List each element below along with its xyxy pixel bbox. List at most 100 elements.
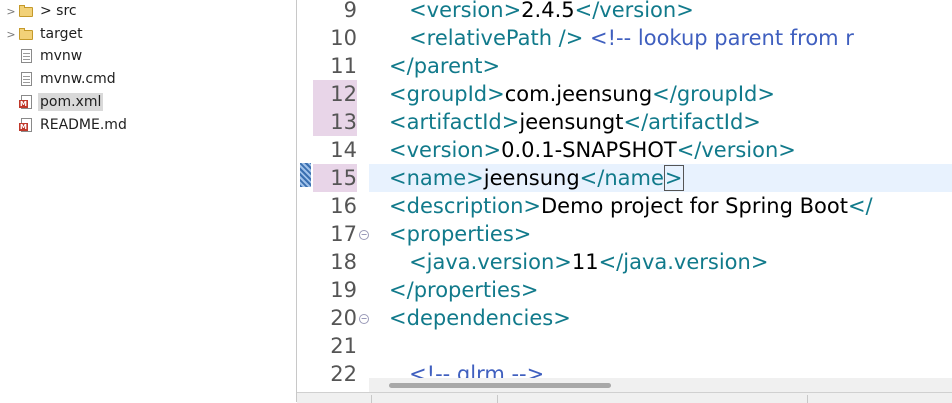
fold-toggle-icon[interactable]: −: [359, 314, 369, 324]
change-marker-icon: [300, 163, 311, 187]
xml-tag: <java.version>: [409, 250, 572, 274]
tree-item[interactable]: > target: [0, 23, 85, 45]
horizontal-scrollbar[interactable]: [369, 378, 952, 392]
annotation-ruler: [297, 0, 313, 378]
xml-tag: </name: [579, 166, 664, 190]
xml-tag: <version>: [389, 138, 502, 162]
xml-text: [369, 138, 389, 162]
xml-text: 0.0.1-SNAPSHOT: [501, 138, 677, 162]
file-icon: [18, 71, 34, 87]
xml-tag: </java.version>: [598, 250, 769, 274]
line-number: 17: [330, 222, 357, 246]
xml-text: [369, 250, 409, 274]
code-line[interactable]: <dependencies>: [369, 304, 952, 332]
xml-text: [369, 54, 389, 78]
xml-tag: <dependencies>: [389, 306, 571, 330]
xml-tag: </groupId>: [652, 82, 775, 106]
xml-tag: <version>: [409, 0, 522, 22]
xml-text: [369, 166, 389, 190]
line-number: 15: [313, 164, 357, 192]
code-line[interactable]: </parent>: [369, 52, 952, 80]
xml-text: 2.4.5: [521, 0, 575, 22]
xml-text: [369, 194, 389, 218]
code-line[interactable]: <!-- glrm -->: [369, 360, 952, 378]
line-number: 10: [330, 26, 357, 50]
xml-text: [369, 222, 389, 246]
xml-text: [369, 82, 389, 106]
xml-icon: [18, 117, 34, 133]
tree-item[interactable]: mvnw: [0, 45, 84, 67]
xml-tag: </parent>: [389, 54, 501, 78]
tree-item[interactable]: README.md: [0, 114, 129, 136]
code-line[interactable]: <java.version>11</java.version>: [369, 248, 952, 276]
xml-text: jeensung: [483, 166, 580, 190]
line-number: 14: [330, 138, 357, 162]
xml-icon: [18, 94, 34, 110]
tree-item-label: target: [40, 26, 83, 42]
xml-comment: <!-- glrm -->: [409, 362, 545, 378]
xml-text: [369, 26, 409, 50]
code-line[interactable]: <name>jeensung</name>: [369, 164, 952, 192]
tree-item-label: > src: [40, 3, 77, 19]
tree-item-label: mvnw.cmd: [40, 71, 116, 87]
xml-tag: <relativePath />: [409, 26, 584, 50]
line-number: 11: [330, 54, 357, 78]
code-line[interactable]: <properties>: [369, 220, 952, 248]
tree-item[interactable]: > > src: [0, 0, 79, 22]
xml-comment: <!-- lookup parent from r: [590, 26, 854, 50]
line-number: 19: [330, 278, 357, 302]
code-line[interactable]: <relativePath /> <!-- lookup parent from…: [369, 24, 952, 52]
tree-item[interactable]: pom.xml: [0, 91, 104, 113]
xml-tag: <name>: [389, 166, 484, 190]
code-line[interactable]: <description>Demo project for Spring Boo…: [369, 192, 952, 220]
expand-chevron-icon[interactable]: >: [4, 5, 18, 18]
xml-tag: </version>: [574, 0, 694, 22]
line-number: 18: [330, 250, 357, 274]
line-number: 12: [313, 80, 357, 108]
code-line[interactable]: </properties>: [369, 276, 952, 304]
line-number: 16: [330, 194, 357, 218]
xml-text: 11: [571, 250, 599, 274]
xml-tag: </properties>: [389, 278, 539, 302]
line-number: 9: [343, 0, 357, 22]
xml-text: jeensungt: [519, 110, 624, 134]
folder-icon: [18, 3, 34, 19]
folder-icon: [18, 26, 34, 42]
editor-bottom-tabs: [297, 392, 952, 403]
bracket-match: >: [663, 165, 684, 191]
xml-tag: <description>: [389, 194, 541, 218]
tree-item[interactable]: mvnw.cmd: [0, 68, 118, 90]
scrollbar-thumb[interactable]: [389, 383, 611, 388]
xml-text: Demo project for Spring Boot: [540, 194, 848, 218]
tree-item-label: README.md: [40, 117, 127, 133]
xml-text: [369, 278, 389, 302]
line-number: 13: [313, 108, 357, 136]
xml-tag: </artifactId>: [623, 110, 761, 134]
line-number-ruler: 9 10 11 12 13 14 15 16 17−18 19 20−21 22: [313, 0, 369, 386]
code-line[interactable]: <groupId>com.jeensung</groupId>: [369, 80, 952, 108]
xml-tag: <artifactId>: [389, 110, 520, 134]
tree-item-label: pom.xml: [38, 93, 104, 111]
code-area[interactable]: <version>2.4.5</version> <relativePath /…: [369, 0, 952, 378]
tree-item-label: mvnw: [40, 48, 83, 64]
code-line[interactable]: <version>0.0.1-SNAPSHOT</version>: [369, 136, 952, 164]
file-icon: [18, 48, 34, 64]
xml-text: [369, 110, 389, 134]
expand-chevron-icon[interactable]: >: [4, 28, 18, 41]
project-explorer: > > src > target mvnw mvnw.cmd pom.xml README.m…: [0, 0, 296, 402]
xml-text: [369, 0, 409, 22]
xml-tag: </: [847, 194, 873, 218]
line-number: 22: [330, 362, 357, 386]
code-line[interactable]: <version>2.4.5</version>: [369, 0, 952, 24]
xml-editor[interactable]: 9 10 11 12 13 14 15 16 17−18 19 20−21 22 <version>2…: [297, 0, 952, 403]
line-number: 20: [330, 306, 357, 330]
code-line[interactable]: <artifactId>jeensungt</artifactId>: [369, 108, 952, 136]
xml-text: [369, 362, 409, 378]
xml-tag: <groupId>: [389, 82, 505, 106]
code-line[interactable]: [369, 332, 952, 360]
fold-toggle-icon[interactable]: −: [359, 230, 369, 240]
xml-tag: </version>: [676, 138, 796, 162]
xml-tag: <properties>: [389, 222, 532, 246]
xml-text: [369, 306, 389, 330]
line-number: 21: [330, 334, 357, 358]
